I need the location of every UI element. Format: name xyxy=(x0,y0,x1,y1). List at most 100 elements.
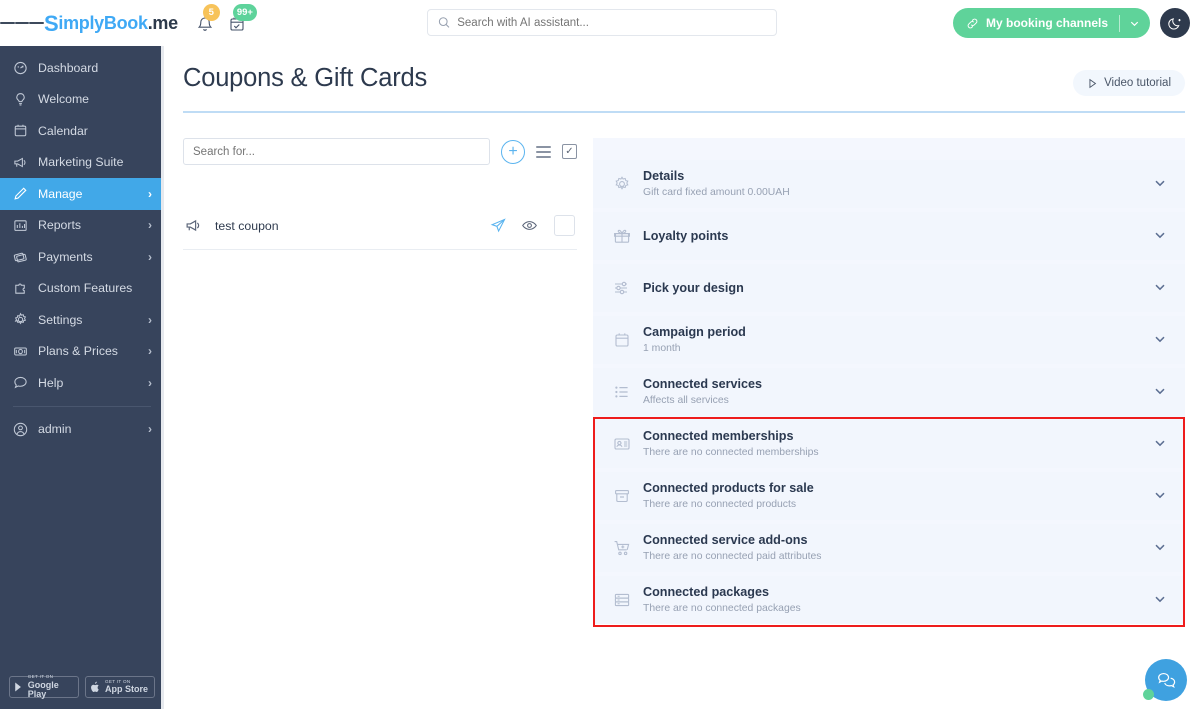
accordion-item-connected-service-add-ons[interactable]: Connected service add-ons There are no co… xyxy=(593,524,1185,572)
theme-toggle-button[interactable] xyxy=(1160,8,1190,38)
coupon-search-input[interactable] xyxy=(193,145,480,158)
sidebar-item-custom-features[interactable]: Custom Features xyxy=(0,273,164,305)
logo-main-text: implyBook xyxy=(58,12,148,33)
box-icon xyxy=(613,487,643,505)
chevron-down-icon[interactable] xyxy=(1153,176,1167,193)
coupon-search-field[interactable] xyxy=(183,138,490,165)
sidebar-item-reports[interactable]: Reports › xyxy=(0,210,164,242)
accordion-item-pick-your-design[interactable]: Pick your design xyxy=(593,264,1185,312)
chevron-down-icon[interactable] xyxy=(1153,280,1167,297)
accordion-item-connected-memberships[interactable]: Connected memberships There are no connec… xyxy=(593,420,1185,468)
ai-search-input[interactable] xyxy=(457,16,766,29)
chevron-down-icon[interactable] xyxy=(1153,540,1167,557)
select-all-button[interactable]: ✓ xyxy=(562,144,577,159)
chevron-down-icon[interactable] xyxy=(1153,228,1167,245)
chevron-right-icon: › xyxy=(148,186,152,201)
play-icon xyxy=(1089,78,1097,88)
accordion-item-subtitle: There are no connected memberships xyxy=(643,447,819,459)
lightbulb-icon xyxy=(13,92,38,107)
coupon-name: test coupon xyxy=(215,218,279,233)
sidebar-scroll-area: Dashboard Welcome Calendar Marketing Suite M… xyxy=(0,46,164,676)
hamburger-menu-icon[interactable] xyxy=(0,20,45,26)
logo-suffix-text: .me xyxy=(147,12,178,33)
chevron-down-icon[interactable] xyxy=(1153,332,1167,349)
list-toolbar: + ✓ xyxy=(183,138,577,165)
sidebar-item-label: Manage xyxy=(38,186,83,201)
chevron-right-icon: › xyxy=(148,249,152,264)
cart-plus-icon xyxy=(613,539,643,557)
chat-widget-button[interactable] xyxy=(1143,659,1187,701)
accordion-item-subtitle: There are no connected packages xyxy=(643,603,801,615)
sidebar-item-marketing-suite[interactable]: Marketing Suite xyxy=(0,147,164,179)
sidebar-item-welcome[interactable]: Welcome xyxy=(0,84,164,116)
sidebar-item-label: Settings xyxy=(38,312,83,327)
sidebar-item-label: Custom Features xyxy=(38,281,133,296)
send-coupon-button[interactable] xyxy=(490,217,507,234)
accordion-item-connected-packages[interactable]: Connected packages There are no connected… xyxy=(593,576,1185,624)
sidebar-item-dashboard[interactable]: Dashboard xyxy=(0,52,164,84)
list-view-button[interactable] xyxy=(536,145,551,158)
sidebar-item-label: Calendar xyxy=(38,123,88,138)
stacked-box-icon xyxy=(613,591,643,609)
brand-logo[interactable]: SimplyBook .me xyxy=(44,10,178,36)
gear-icon xyxy=(13,312,38,327)
chevron-down-icon[interactable] xyxy=(1129,18,1140,29)
megaphone-icon xyxy=(185,217,215,234)
accordion-item-loyalty-points[interactable]: Loyalty points xyxy=(593,212,1185,260)
sidebar-item-plans-prices[interactable]: Plans & Prices › xyxy=(0,336,164,368)
accordion-item-connected-services[interactable]: Connected services Affects all services xyxy=(593,368,1185,416)
coupon-rows: test coupon xyxy=(183,202,577,250)
sidebar-item-settings[interactable]: Settings › xyxy=(0,304,164,336)
sidebar-item-admin[interactable]: admin › xyxy=(0,414,164,446)
accordion-item-subtitle: Gift card fixed amount 0.00UAH xyxy=(643,187,790,199)
search-icon xyxy=(438,17,450,28)
sidebar-item-label: Welcome xyxy=(38,92,90,107)
chevron-right-icon: › xyxy=(148,218,152,233)
eye-icon xyxy=(522,221,537,230)
sliders-icon xyxy=(613,279,643,297)
coupon-list-panel: + ✓ test coupon xyxy=(183,138,577,628)
notifications-button[interactable]: 5 xyxy=(194,4,220,37)
chevron-down-icon[interactable] xyxy=(1153,436,1167,453)
chevron-right-icon: › xyxy=(148,422,152,437)
add-coupon-button[interactable]: + xyxy=(501,139,525,164)
moon-icon xyxy=(1167,17,1181,29)
chevron-down-icon[interactable] xyxy=(1153,488,1167,505)
sidebar-item-manage[interactable]: Manage › xyxy=(0,178,164,210)
ai-search-bar[interactable] xyxy=(427,9,777,36)
gift-icon xyxy=(613,227,643,245)
app-store-badge[interactable]: GET IT ON App Store xyxy=(85,676,155,698)
gear-icon xyxy=(613,175,643,193)
accordion-item-details[interactable]: Details Gift card fixed amount 0.00UAH xyxy=(593,160,1185,208)
coupon-list-item[interactable]: test coupon xyxy=(183,202,577,250)
accordion-item-title: Connected packages xyxy=(643,585,769,600)
chat-bubble-icon xyxy=(13,375,38,390)
preview-coupon-button[interactable] xyxy=(521,217,538,234)
top-bar-right-group: My booking channels xyxy=(952,8,1200,38)
tasks-calendar-button[interactable]: 99+ xyxy=(226,4,257,37)
chevron-down-icon[interactable] xyxy=(1153,384,1167,401)
accordion-item-subtitle: There are no connected products xyxy=(643,499,797,511)
bell-badge: 5 xyxy=(202,4,220,21)
my-booking-channels-button[interactable]: My booking channels xyxy=(952,8,1150,38)
sidebar-nav-list: Dashboard Welcome Calendar Marketing Suite M… xyxy=(0,52,164,399)
google-play-badge[interactable]: GET IT ON Google Play xyxy=(9,675,79,698)
coupon-row-checkbox[interactable] xyxy=(554,215,575,236)
accordion-item-campaign-period[interactable]: Campaign period 1 month xyxy=(593,316,1185,364)
sidebar-item-help[interactable]: Help › xyxy=(0,367,164,399)
accordion-item-title: Connected products for sale xyxy=(643,481,814,496)
sidebar-item-calendar[interactable]: Calendar xyxy=(0,115,164,147)
accordion-item-connected-products-for-sale[interactable]: Connected products for sale There are no … xyxy=(593,472,1185,520)
bar-chart-icon xyxy=(13,218,38,233)
link-icon xyxy=(967,18,978,28)
chevron-down-icon[interactable] xyxy=(1153,592,1167,609)
sidebar-item-payments[interactable]: Payments › xyxy=(0,241,164,273)
calendar-badge: 99+ xyxy=(232,4,257,21)
settings-accordion: Details Gift card fixed amount 0.00UAH Loy… xyxy=(593,160,1185,624)
chevron-right-icon: › xyxy=(148,375,152,390)
video-tutorial-button[interactable]: Video tutorial xyxy=(1073,70,1185,96)
chat-online-status-dot xyxy=(1143,689,1154,700)
sidebar-item-label: admin xyxy=(38,422,72,437)
logo-s-letter: S xyxy=(44,11,59,36)
accordion-item-title: Connected memberships xyxy=(643,429,794,444)
